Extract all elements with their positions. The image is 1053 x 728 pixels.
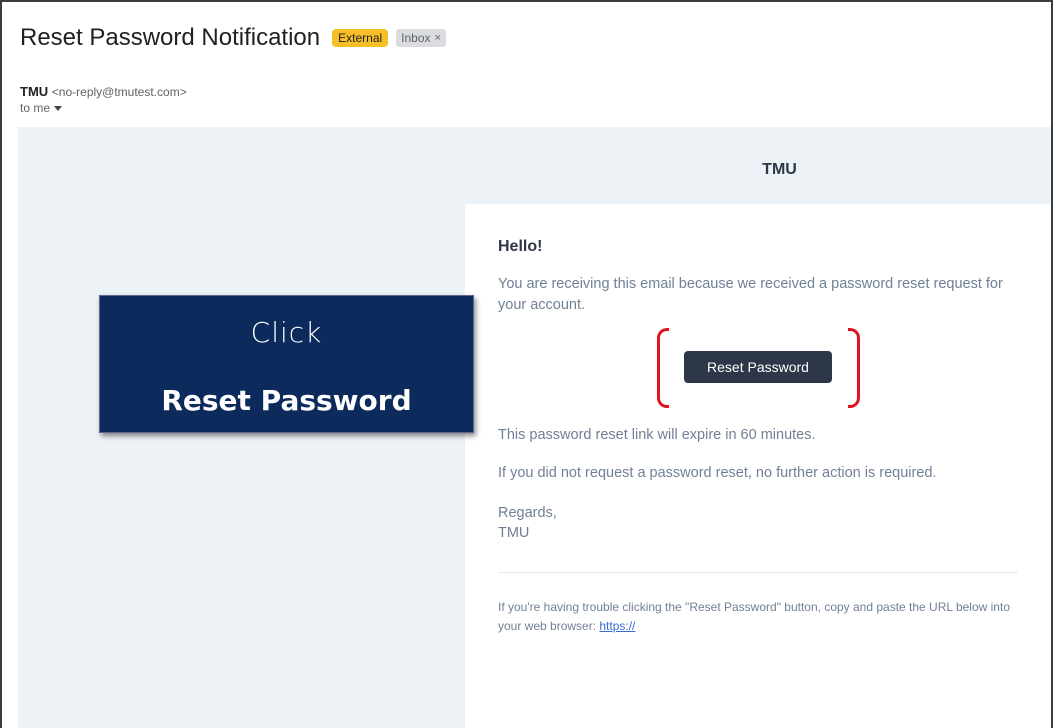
email-window: Reset Password Notification External Inb… — [0, 0, 1053, 728]
callout-target: Reset Password — [161, 384, 412, 417]
instruction-callout: Click Reset Password — [99, 295, 474, 433]
email-signoff: Regards, TMU — [498, 503, 557, 543]
remove-label-icon[interactable]: × — [435, 30, 441, 46]
chevron-down-icon[interactable] — [54, 105, 63, 111]
email-greeting: Hello! — [498, 238, 543, 255]
content-divider — [498, 572, 1018, 573]
reset-password-button[interactable]: Reset Password — [684, 351, 832, 383]
regards-text: Regards, — [498, 505, 557, 521]
highlight-bracket-right — [848, 328, 860, 408]
trouble-notice: If you're having trouble clicking the "R… — [498, 598, 1028, 636]
recipient-label: to me — [20, 101, 51, 115]
email-brand-header: TMU — [762, 161, 797, 178]
sender-email: <no-reply@tmutest.com> — [51, 85, 187, 99]
callout-instruction: Click — [250, 316, 323, 349]
trouble-text: If you're having trouble clicking the "R… — [498, 600, 1010, 633]
recipient-toggle[interactable]: to me — [20, 101, 63, 115]
no-action-notice: If you did not request a password reset,… — [498, 465, 937, 481]
email-intro-text: You are receiving this email because we … — [498, 276, 1003, 313]
sender-name: TMU — [20, 84, 49, 99]
reset-url-link[interactable]: https:// — [599, 619, 635, 633]
highlight-bracket-left — [657, 328, 669, 408]
inbox-label[interactable]: Inbox × — [396, 29, 446, 47]
sender-line: TMU <no-reply@tmutest.com> — [20, 84, 187, 99]
expire-notice: This password reset link will expire in … — [498, 427, 816, 443]
email-content-card: Hello! You are receiving this email beca… — [465, 204, 1051, 728]
inbox-label-text: Inbox — [401, 31, 431, 45]
email-subject-row: Reset Password Notification External Inb… — [20, 24, 446, 52]
external-badge: External — [332, 29, 389, 47]
email-subject: Reset Password Notification — [20, 24, 321, 51]
signature-text: TMU — [498, 525, 530, 541]
